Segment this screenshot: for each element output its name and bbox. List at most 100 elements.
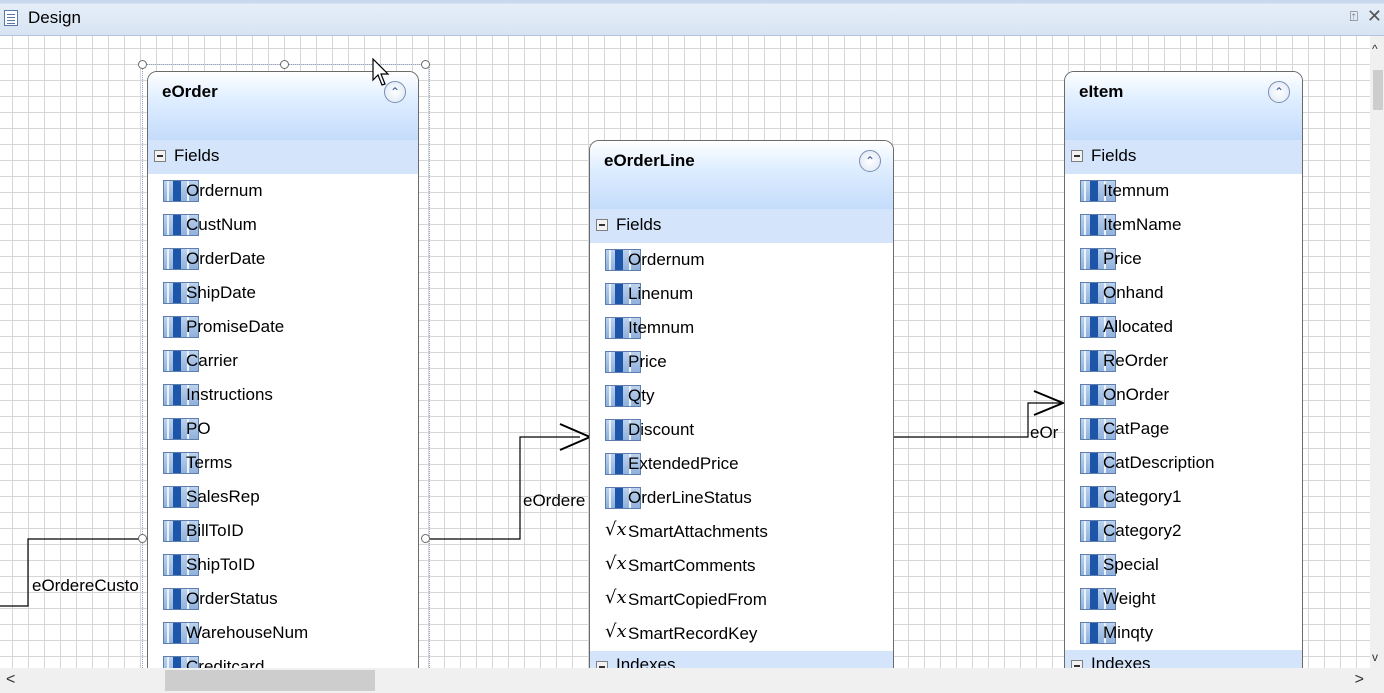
design-canvas[interactable]: eOrdereCusto eOrdere eOr eOrder ⌃ Fields… — [0, 36, 1370, 668]
vertical-scroll-thumb[interactable] — [1373, 70, 1383, 110]
field-row[interactable]: Onhand — [1065, 276, 1302, 310]
pin-icon[interactable]: ⍐ — [1350, 8, 1358, 25]
calculated-field-row[interactable]: √𝑥 SmartCopiedFrom — [590, 583, 893, 617]
resize-handle-left[interactable] — [138, 534, 147, 543]
calculated-field-row[interactable]: √𝑥 SmartRecordKey — [590, 617, 893, 651]
resize-handle-top-right[interactable] — [421, 60, 430, 69]
scroll-down-icon[interactable]: v — [1372, 650, 1378, 664]
field-name: ItemName — [1103, 215, 1182, 234]
field-name: Instructions — [186, 385, 273, 404]
field-row[interactable]: OrderLineStatus — [590, 481, 893, 515]
indexes-section-header[interactable]: Indexes — [1065, 650, 1302, 668]
entity-name: eOrderLine — [604, 151, 695, 170]
close-icon[interactable]: ✕ — [1367, 6, 1382, 27]
field-row[interactable]: CustNum — [148, 208, 418, 242]
fields-section-header[interactable]: Fields — [148, 140, 418, 174]
field-name: SalesRep — [186, 487, 260, 506]
field-row[interactable]: Itemnum — [1065, 174, 1302, 208]
field-row[interactable]: Allocated — [1065, 310, 1302, 344]
field-row[interactable]: CatDescription — [1065, 446, 1302, 480]
field-row[interactable]: Category1 — [1065, 480, 1302, 514]
field-row[interactable]: Category2 — [1065, 514, 1302, 548]
field-name: Ordernum — [186, 181, 263, 200]
field-row[interactable]: Linenum — [590, 277, 893, 311]
field-row[interactable]: PO — [148, 412, 418, 446]
field-name: Terms — [186, 453, 233, 472]
resize-handle-right[interactable] — [421, 534, 430, 543]
indexes-section-header[interactable]: Indexes — [590, 651, 893, 668]
horizontal-scroll-thumb[interactable] — [165, 670, 375, 691]
field-row[interactable]: OnOrder — [1065, 378, 1302, 412]
field-row[interactable]: Creditcard — [148, 650, 418, 668]
field-row[interactable]: PromiseDate — [148, 310, 418, 344]
relation-label-customer: eOrdereCusto — [32, 576, 139, 595]
entity-header[interactable]: eItem ⌃ — [1065, 72, 1302, 140]
entity-header[interactable]: eOrderLine ⌃ — [590, 141, 893, 209]
field-row[interactable]: OrderStatus — [148, 582, 418, 616]
field-name: Creditcard — [186, 657, 265, 668]
chevrons-up-icon[interactable]: ⌃ — [859, 150, 881, 172]
field-row[interactable]: Price — [1065, 242, 1302, 276]
field-row[interactable]: WarehouseNum — [148, 616, 418, 650]
field-row[interactable]: Qty — [590, 379, 893, 413]
horizontal-scrollbar[interactable]: < > — [0, 668, 1384, 693]
field-row[interactable]: Itemnum — [590, 311, 893, 345]
field-row[interactable]: BillToID — [148, 514, 418, 548]
field-row[interactable]: ItemName — [1065, 208, 1302, 242]
field-name: ReOrder — [1103, 351, 1169, 370]
fields-section-header[interactable]: Fields — [590, 209, 893, 243]
field-name: Category2 — [1103, 521, 1182, 540]
field-row[interactable]: ShipToID — [148, 548, 418, 582]
mouse-pointer-icon — [372, 58, 390, 86]
collapse-minus-icon[interactable] — [1071, 150, 1083, 162]
resize-handle-top[interactable] — [280, 60, 289, 69]
collapse-minus-icon[interactable] — [1071, 660, 1083, 668]
collapse-minus-icon[interactable] — [596, 661, 608, 668]
vertical-scrollbar[interactable]: ^ v — [1370, 36, 1384, 668]
field-name: CatDescription — [1103, 453, 1215, 472]
field-name: Minqty — [1103, 623, 1154, 642]
resize-handle-top-left[interactable] — [138, 60, 147, 69]
field-list: Itemnum ItemName Price Onhand Allocated ReOrd… — [1065, 174, 1302, 650]
entity-eorder[interactable]: eOrder ⌃ Fields Ordernum CustNum OrderDate… — [147, 71, 419, 668]
field-name: ShipToID — [186, 555, 255, 574]
field-name: ExtendedPrice — [628, 454, 739, 473]
field-name: Carrier — [186, 351, 238, 370]
field-name: Category1 — [1103, 487, 1182, 506]
field-row[interactable]: ExtendedPrice — [590, 447, 893, 481]
collapse-minus-icon[interactable] — [596, 219, 608, 231]
field-row[interactable]: OrderDate — [148, 242, 418, 276]
field-name: Price — [628, 352, 667, 371]
field-name: SmartAttachments — [628, 522, 768, 541]
field-row[interactable]: Carrier — [148, 344, 418, 378]
field-row[interactable]: CatPage — [1065, 412, 1302, 446]
sqrt-x-icon: √𝑥 — [605, 587, 627, 608]
scroll-up-icon[interactable]: ^ — [1372, 42, 1378, 56]
field-name: Price — [1103, 249, 1142, 268]
field-row[interactable]: Special — [1065, 548, 1302, 582]
scroll-left-icon[interactable]: < — [6, 671, 15, 689]
field-row[interactable]: Ordernum — [148, 174, 418, 208]
field-row[interactable]: Price — [590, 345, 893, 379]
field-row[interactable]: Terms — [148, 446, 418, 480]
entity-eorderline[interactable]: eOrderLine ⌃ Fields Ordernum Linenum Itemn… — [589, 140, 894, 668]
field-name: CustNum — [186, 215, 257, 234]
field-row[interactable]: Weight — [1065, 582, 1302, 616]
field-row[interactable]: Discount — [590, 413, 893, 447]
field-row[interactable]: ShipDate — [148, 276, 418, 310]
scroll-right-icon[interactable]: > — [1355, 671, 1364, 689]
entity-name: eItem — [1079, 82, 1124, 101]
field-row[interactable]: ReOrder — [1065, 344, 1302, 378]
sqrt-x-icon: √𝑥 — [605, 553, 627, 574]
fields-section-header[interactable]: Fields — [1065, 140, 1302, 174]
collapse-minus-icon[interactable] — [154, 150, 166, 162]
chevrons-up-icon[interactable]: ⌃ — [1268, 81, 1290, 103]
calculated-field-row[interactable]: √𝑥 SmartComments — [590, 549, 893, 583]
field-name: SmartRecordKey — [628, 624, 758, 643]
calculated-field-row[interactable]: √𝑥 SmartAttachments — [590, 515, 893, 549]
entity-eitem[interactable]: eItem ⌃ Fields Itemnum ItemName Price Onhan… — [1064, 71, 1303, 668]
field-row[interactable]: Instructions — [148, 378, 418, 412]
field-row[interactable]: Ordernum — [590, 243, 893, 277]
field-row[interactable]: SalesRep — [148, 480, 418, 514]
field-row[interactable]: Minqty — [1065, 616, 1302, 650]
